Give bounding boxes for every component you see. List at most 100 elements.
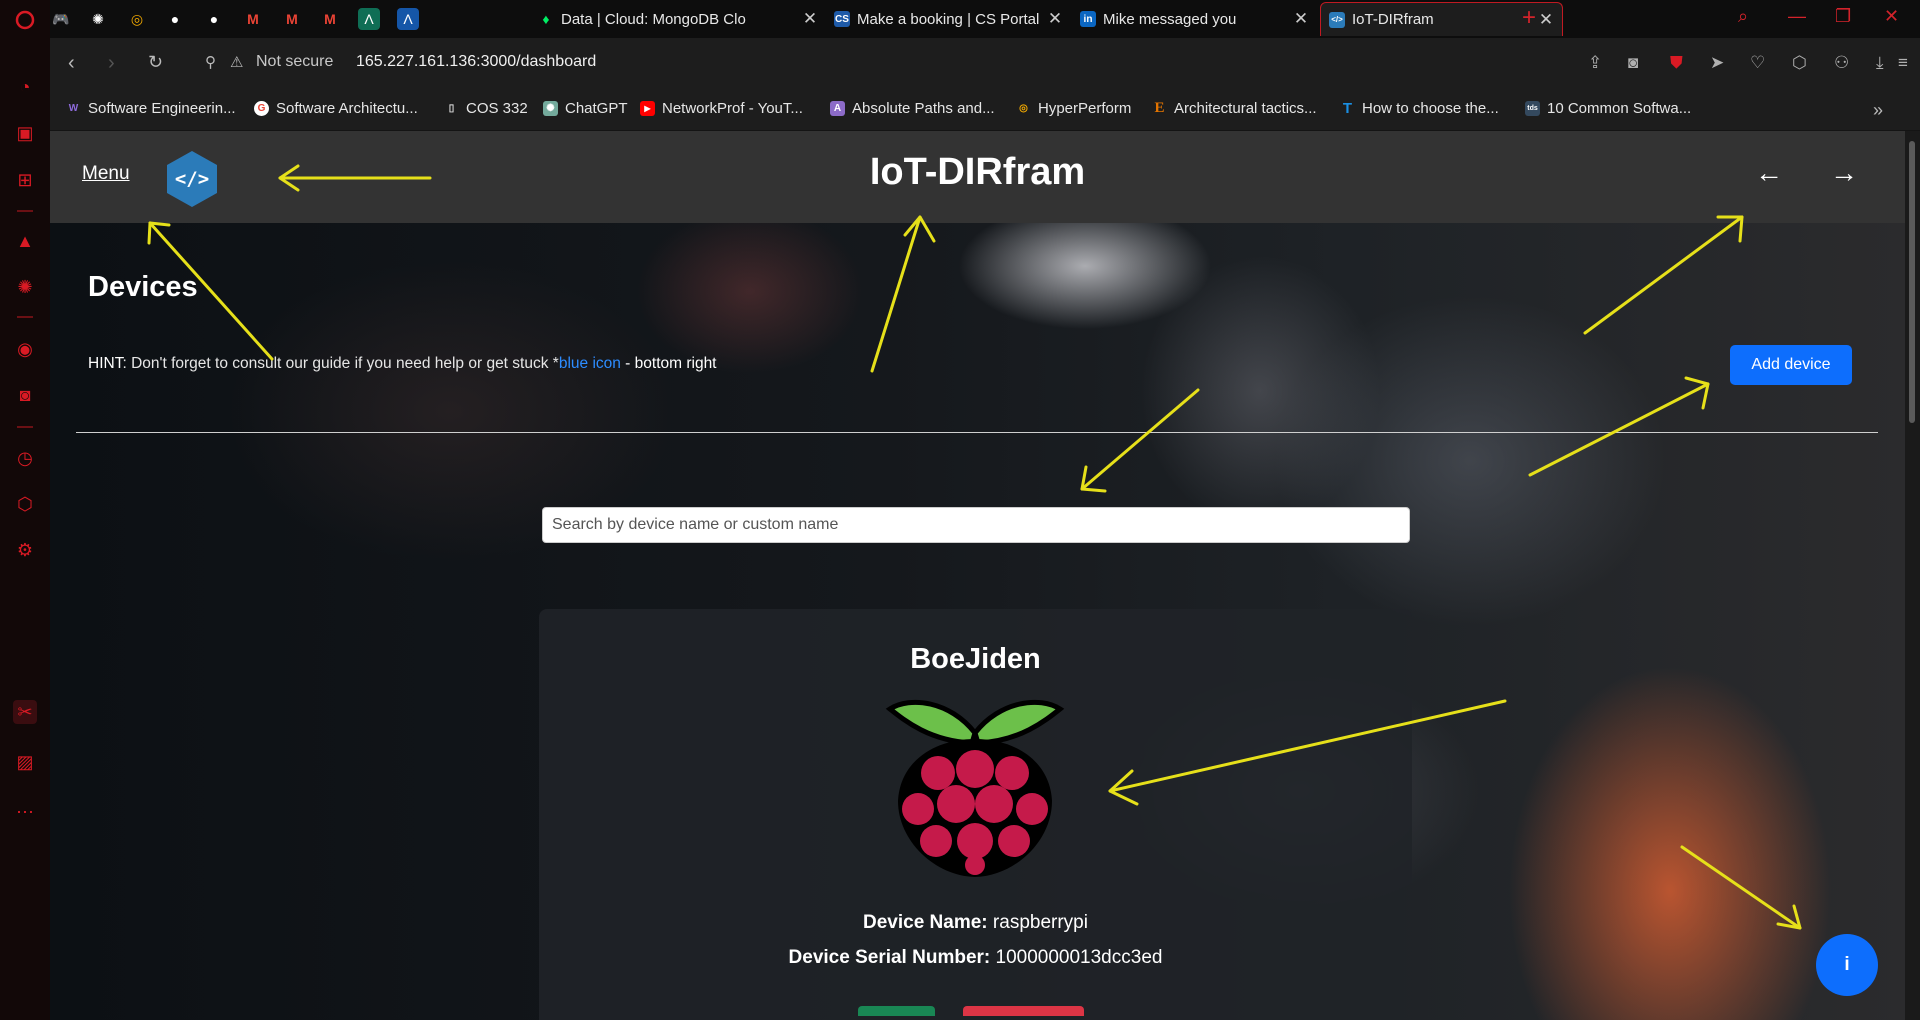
- bookmark-item[interactable]: G Software Architectu...: [254, 100, 418, 117]
- heart-icon[interactable]: ♡: [1750, 53, 1765, 73]
- e-icon: E: [1154, 100, 1165, 116]
- page-scrollbar[interactable]: [1905, 131, 1920, 1020]
- chatgpt-sidebar-icon[interactable]: ✺: [13, 275, 37, 299]
- device-name-value: raspberrypi: [992, 912, 1088, 933]
- chatgpt-pinned-icon[interactable]: ✺: [87, 8, 109, 30]
- app-pinned-icon[interactable]: Λ: [358, 8, 380, 30]
- profile-icon[interactable]: ⚇: [1834, 53, 1849, 73]
- bookmark-item[interactable]: ✺ ChatGPT: [543, 100, 628, 117]
- speed-dial-icon[interactable]: ◔: [13, 75, 37, 99]
- device-search-input[interactable]: [542, 507, 1410, 543]
- tab-mongodb[interactable]: ♦ Data | Cloud: MongoDB Clo ✕: [530, 2, 826, 36]
- app-brand: IoT-DIRfram: [869, 151, 1086, 193]
- reload-icon[interactable]: ↻: [148, 52, 163, 73]
- gmail-pinned-icon[interactable]: M: [242, 8, 264, 30]
- opera-logo-icon[interactable]: [13, 8, 37, 32]
- forward-arrow-button[interactable]: →: [1830, 157, 1858, 189]
- bookmark-item[interactable]: ▯ COS 332: [444, 100, 528, 117]
- card-green-button[interactable]: [858, 1006, 935, 1016]
- cs-portal-icon: CS: [834, 11, 850, 27]
- close-tab-icon[interactable]: ✕: [1293, 9, 1309, 29]
- device-name-line: Device Name: raspberrypi: [539, 912, 1412, 934]
- bookmark-item[interactable]: W Software Engineerin...: [66, 100, 236, 117]
- hyperperform-pinned-icon[interactable]: ◎: [126, 8, 148, 30]
- minimize-icon[interactable]: —: [1788, 6, 1806, 27]
- close-window-icon[interactable]: ✕: [1884, 6, 1899, 27]
- bookmark-item[interactable]: tds 10 Common Softwa...: [1525, 100, 1691, 117]
- adblock-shield-icon[interactable]: ⛊: [1670, 53, 1683, 73]
- raspberry-pi-icon: [885, 699, 1065, 877]
- forward-icon[interactable]: ›: [108, 52, 115, 75]
- browser-sidebar: ◔ ▣ ⊞ ▲ ✺ ◉ ◙ ◷ ⬡ ⚙ ✂ ▨ ⋯: [0, 0, 51, 1020]
- discord-icon[interactable]: ◙: [13, 383, 37, 407]
- bookmarks-overflow-icon[interactable]: »: [1873, 100, 1883, 121]
- sidebar-divider: [17, 210, 33, 212]
- google-icon: G: [254, 101, 269, 116]
- device-name-label: Device Name:: [863, 912, 988, 933]
- t-icon: T: [1342, 100, 1353, 117]
- tab-cs-portal[interactable]: CS Make a booking | CS Portal ✕: [826, 2, 1071, 36]
- close-tab-icon[interactable]: ✕: [802, 9, 818, 29]
- bookmarks-bar: W Software Engineerin... G Software Archit…: [50, 90, 1920, 131]
- arc-icon[interactable]: ▲: [13, 229, 37, 253]
- gamepad-pinned-icon[interactable]: 🎮: [50, 8, 72, 30]
- tab-linkedin[interactable]: in Mike messaged you ✕: [1072, 2, 1317, 36]
- info-guide-button[interactable]: i: [1816, 934, 1878, 996]
- share-icon[interactable]: ⇪: [1588, 53, 1602, 73]
- bookmark-item[interactable]: T How to choose the...: [1340, 100, 1499, 117]
- device-card[interactable]: BoeJiden Device Name: raspberrypi Device…: [539, 609, 1412, 1020]
- sidebar-divider: [17, 426, 33, 428]
- bag-icon[interactable]: ▣: [13, 121, 37, 145]
- cube-icon[interactable]: ⬡: [1792, 53, 1807, 73]
- bookmark-item[interactable]: ◎ HyperPerform: [1016, 100, 1131, 117]
- settings-gear-icon[interactable]: ⚙: [13, 538, 37, 562]
- bookmark-w-icon: W: [68, 103, 79, 114]
- github-pinned-icon[interactable]: ●: [164, 8, 186, 30]
- send-icon[interactable]: ➤: [1710, 53, 1724, 73]
- close-tab-icon[interactable]: ✕: [1538, 10, 1554, 30]
- annotation-arrow: [870, 215, 936, 373]
- app-pinned-icon[interactable]: Λ: [397, 8, 419, 30]
- github-pinned-icon[interactable]: ●: [203, 8, 225, 30]
- chatgpt-icon: ✺: [543, 101, 558, 116]
- restore-icon[interactable]: ❐: [1835, 6, 1851, 27]
- tools-icon[interactable]: ✂: [13, 700, 37, 724]
- gmail-pinned-icon[interactable]: M: [281, 8, 303, 30]
- hint-blue-icon-text: blue icon: [558, 355, 621, 372]
- close-tab-icon[interactable]: ✕: [1047, 9, 1063, 29]
- download-icon[interactable]: ⤓: [1876, 53, 1884, 73]
- add-device-button[interactable]: Add device: [1730, 345, 1852, 385]
- site-settings-icon[interactable]: ⚲: [205, 53, 216, 71]
- card-red-button[interactable]: [963, 1006, 1084, 1016]
- warning-icon: ⚠: [230, 54, 244, 71]
- easy-setup-icon[interactable]: ≡: [1898, 53, 1908, 73]
- gmail-pinned-icon[interactable]: M: [319, 8, 341, 30]
- back-arrow-button[interactable]: ←: [1755, 157, 1783, 189]
- camera-icon[interactable]: ◙: [1628, 53, 1638, 73]
- hint-text: HINT: Don't forget to consult our guide …: [88, 355, 717, 373]
- device-serial-line: Device Serial Number: 1000000013dcc3ed: [539, 947, 1412, 969]
- gallery-icon[interactable]: ▨: [13, 750, 37, 774]
- url-field[interactable]: 165.227.161.136:3000/dashboard: [356, 53, 596, 71]
- sidebar-divider: [17, 316, 33, 318]
- more-icon[interactable]: ⋯: [13, 800, 37, 824]
- annotation-arrow: [1680, 845, 1802, 930]
- back-icon[interactable]: ‹: [68, 52, 75, 75]
- history-icon[interactable]: ◷: [13, 446, 37, 470]
- new-tab-icon[interactable]: +: [1522, 4, 1536, 32]
- scrollbar-thumb[interactable]: [1909, 141, 1915, 423]
- mongodb-leaf-icon: ♦: [542, 11, 550, 27]
- absolute-paths-icon: A: [830, 101, 845, 116]
- divider: [76, 432, 1878, 433]
- app-navbar: Menu </> IoT-DIRfram ← →: [50, 131, 1905, 223]
- cpu-icon[interactable]: ⊞: [13, 168, 37, 192]
- bookmark-item[interactable]: A Absolute Paths and...: [830, 100, 995, 117]
- bookmark-item[interactable]: ▶ NetworkProf - YouT...: [640, 100, 803, 117]
- youtube-icon: ▶: [640, 101, 655, 116]
- extensions-cube-icon[interactable]: ⬡: [13, 492, 37, 516]
- annotation-arrow: [1528, 376, 1710, 477]
- hyperperform-icon: ◎: [1019, 103, 1028, 114]
- whatsapp-icon[interactable]: ◉: [13, 337, 37, 361]
- bookmark-item[interactable]: E Architectural tactics...: [1152, 100, 1316, 117]
- search-tabs-icon[interactable]: ⌕: [1738, 6, 1748, 27]
